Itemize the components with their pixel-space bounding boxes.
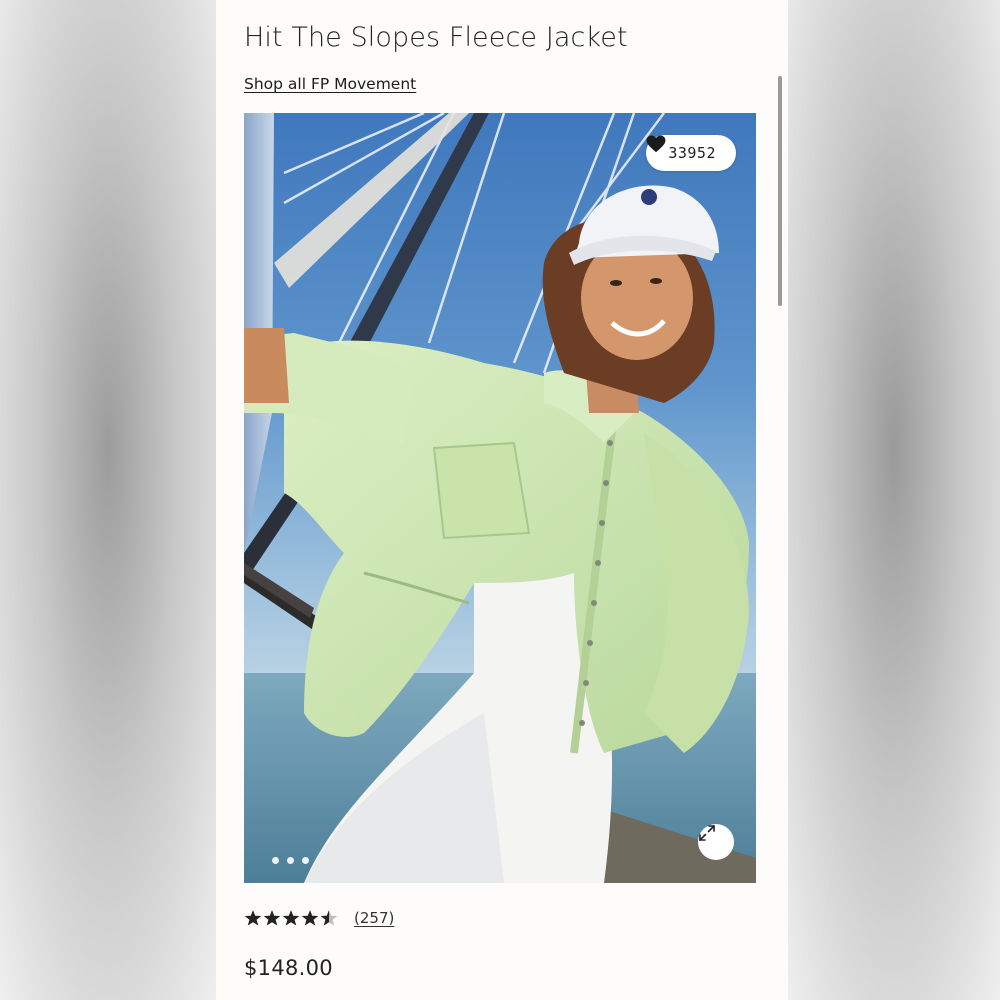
star-icon xyxy=(301,910,319,926)
product-page: Hit The Slopes Fleece Jacket Shop all FP… xyxy=(216,0,788,1000)
carousel-dot[interactable] xyxy=(287,857,294,864)
product-image[interactable]: 33952 xyxy=(244,113,756,883)
scrollbar[interactable] xyxy=(778,76,782,306)
product-price: $148.00 xyxy=(244,956,333,980)
shop-all-link[interactable]: Shop all FP Movement xyxy=(244,75,416,93)
half-star-icon xyxy=(320,910,338,926)
expand-icon xyxy=(699,825,715,841)
background-right xyxy=(788,0,1000,1000)
carousel-dot[interactable] xyxy=(302,857,309,864)
likes-count: 33952 xyxy=(668,144,716,162)
star-icon xyxy=(282,910,300,926)
review-count-link[interactable]: (257) xyxy=(354,909,394,927)
carousel-dot[interactable] xyxy=(272,857,279,864)
heart-icon xyxy=(646,135,666,153)
rating-row: (257) xyxy=(244,909,394,927)
star-icon xyxy=(263,910,281,926)
carousel-indicator[interactable] xyxy=(272,857,309,864)
product-photo-illustration xyxy=(244,113,756,883)
product-title: Hit The Slopes Fleece Jacket xyxy=(244,22,628,53)
like-button[interactable]: 33952 xyxy=(646,135,736,171)
star-icon xyxy=(244,910,262,926)
background-left xyxy=(0,0,216,1000)
rating-stars xyxy=(244,909,338,927)
expand-button[interactable] xyxy=(698,824,734,860)
